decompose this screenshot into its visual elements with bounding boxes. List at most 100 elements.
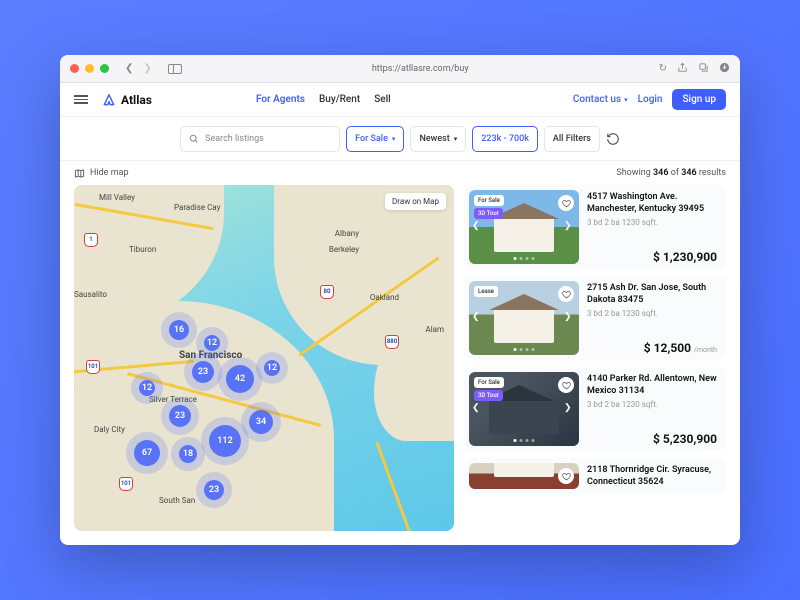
map-label: Alam: [425, 325, 444, 334]
filter-newest[interactable]: Newest▾: [410, 126, 466, 152]
map-cluster[interactable]: 12: [264, 360, 280, 376]
hide-map-button[interactable]: Hide map: [74, 168, 129, 179]
listing-meta: 3 bd 2 ba 1230 sqft.: [587, 400, 717, 409]
content: Paradise Cay Mill Valley Albany Berkeley…: [60, 185, 740, 545]
favorite-button[interactable]: [558, 377, 574, 393]
draw-on-map-button[interactable]: Draw on Map: [385, 193, 446, 210]
signup-button[interactable]: Sign up: [672, 89, 726, 110]
favorite-button[interactable]: [558, 286, 574, 302]
filter-bar: Search listings For Sale▾ Newest▾ 223k -…: [60, 117, 740, 161]
brand-logo[interactable]: Atllas: [102, 93, 152, 107]
map-cluster[interactable]: 67: [134, 440, 160, 466]
map-label: Silver Terrace: [149, 395, 197, 404]
map-cluster[interactable]: 34: [249, 410, 273, 434]
listing-body: 2715 Ash Dr. San Jose, South Dakota 8347…: [587, 281, 721, 355]
listing-card[interactable]: For Sale3D Tour ❮ ❯ 4140 Parker Rd. Alle…: [464, 367, 726, 451]
map-label: Daly City: [94, 425, 125, 434]
share-icon[interactable]: [677, 62, 688, 76]
listing-image[interactable]: Lease ❮ ❯: [469, 281, 579, 355]
map-cluster[interactable]: 12: [204, 335, 220, 351]
image-dots: [514, 439, 535, 442]
image-dots: [514, 257, 535, 260]
listing-body: 4140 Parker Rd. Allentown, New Mexico 31…: [587, 372, 721, 446]
downloads-icon[interactable]: [719, 62, 730, 76]
listing-price: $ 1,230,900: [587, 250, 717, 264]
map-cluster[interactable]: 12: [139, 380, 155, 396]
chevron-down-icon: ▾: [454, 135, 458, 143]
reload-icon[interactable]: ↻: [659, 63, 667, 74]
map-icon: [74, 168, 85, 179]
brand-name: Atllas: [121, 93, 152, 107]
favorite-button[interactable]: [558, 468, 574, 484]
filter-for-sale[interactable]: For Sale▾: [346, 126, 404, 152]
minimize-window-icon[interactable]: [85, 64, 94, 73]
listing-card[interactable]: 2118 Thornridge Cir. Syracuse, Connectic…: [464, 458, 726, 494]
chevron-down-icon: ▾: [392, 135, 396, 143]
listing-price: $ 5,230,900: [587, 432, 717, 446]
tour-badge: 3D Tour: [474, 208, 503, 219]
listing-body: 4517 Washington Ave. Manchester, Kentuck…: [587, 190, 721, 264]
listing-address: 2118 Thornridge Cir. Syracuse, Connectic…: [587, 465, 717, 488]
filter-all[interactable]: All Filters: [544, 126, 600, 152]
listing-card[interactable]: Lease ❮ ❯ 2715 Ash Dr. San Jose, South D…: [464, 276, 726, 360]
login-link[interactable]: Login: [638, 94, 663, 105]
map-label: Sausalito: [74, 290, 107, 299]
sidebar-toggle-icon[interactable]: [168, 64, 182, 74]
map-label: South San: [159, 496, 195, 505]
highway-shield-icon: 1: [84, 233, 98, 247]
listing-card[interactable]: For Sale3D Tour ❮ ❯ 4517 Washington Ave.…: [464, 185, 726, 269]
map-cluster[interactable]: 23: [169, 405, 191, 427]
nav-sell[interactable]: Sell: [374, 94, 391, 105]
logo-icon: [102, 93, 116, 107]
prev-image-icon[interactable]: ❮: [472, 312, 484, 324]
status-badge: Lease: [474, 286, 498, 297]
map-label: Mill Valley: [99, 193, 135, 202]
app-header: Atllas For Agents Buy/Rent Sell Contact …: [60, 83, 740, 117]
listing-price: $ 12,500 /month: [587, 341, 717, 355]
map-cluster[interactable]: 18: [179, 445, 197, 463]
prev-image-icon[interactable]: ❮: [472, 221, 484, 233]
map-cluster[interactable]: 42: [226, 365, 254, 393]
highway-shield-icon: 880: [385, 335, 399, 349]
contact-link[interactable]: Contact us▾: [573, 94, 628, 105]
nav-for-agents[interactable]: For Agents: [256, 94, 305, 105]
main-nav: For Agents Buy/Rent Sell: [256, 94, 391, 105]
reset-filters-icon[interactable]: [606, 132, 620, 146]
listing-address: 4517 Washington Ave. Manchester, Kentuck…: [587, 192, 717, 215]
map-cluster[interactable]: 23: [192, 361, 214, 383]
search-placeholder: Search listings: [205, 134, 264, 144]
highway-shield-icon: 101: [119, 477, 133, 491]
search-icon: [189, 134, 199, 144]
listing-image[interactable]: For Sale3D Tour ❮ ❯: [469, 372, 579, 446]
next-image-icon[interactable]: ❯: [564, 403, 576, 415]
next-image-icon[interactable]: ❯: [564, 221, 576, 233]
listing-body: 2118 Thornridge Cir. Syracuse, Connectic…: [587, 463, 721, 489]
listing-image[interactable]: [469, 463, 579, 489]
favorite-button[interactable]: [558, 195, 574, 211]
tabs-icon[interactable]: [698, 62, 709, 76]
map-cluster[interactable]: 16: [169, 320, 189, 340]
maximize-window-icon[interactable]: [100, 64, 109, 73]
listing-image[interactable]: For Sale3D Tour ❮ ❯: [469, 190, 579, 264]
prev-image-icon[interactable]: ❮: [472, 403, 484, 415]
url-bar[interactable]: https://atllasre.com/buy: [188, 64, 653, 74]
back-icon[interactable]: ❮: [125, 63, 133, 74]
listings-pane[interactable]: For Sale3D Tour ❮ ❯ 4517 Washington Ave.…: [464, 185, 726, 531]
highway-shield-icon: 80: [320, 285, 334, 299]
map[interactable]: Paradise Cay Mill Valley Albany Berkeley…: [74, 185, 454, 531]
browser-window: ❮ ❯ https://atllasre.com/buy ↻ Atllas Fo…: [60, 55, 740, 545]
nav-buy-rent[interactable]: Buy/Rent: [319, 94, 360, 105]
image-dots: [514, 348, 535, 351]
map-label: Oakland: [370, 293, 399, 302]
map-label: Albany: [335, 229, 359, 238]
map-cluster[interactable]: 23: [204, 480, 224, 500]
close-window-icon[interactable]: [70, 64, 79, 73]
status-badge: For Sale: [474, 377, 504, 388]
map-cluster[interactable]: 112: [209, 425, 241, 457]
search-input[interactable]: Search listings: [180, 126, 340, 152]
menu-icon[interactable]: [74, 95, 88, 104]
forward-icon[interactable]: ❯: [143, 63, 151, 74]
filter-price[interactable]: 223k - 700k: [472, 126, 538, 152]
next-image-icon[interactable]: ❯: [564, 312, 576, 324]
hide-map-label: Hide map: [90, 168, 129, 178]
